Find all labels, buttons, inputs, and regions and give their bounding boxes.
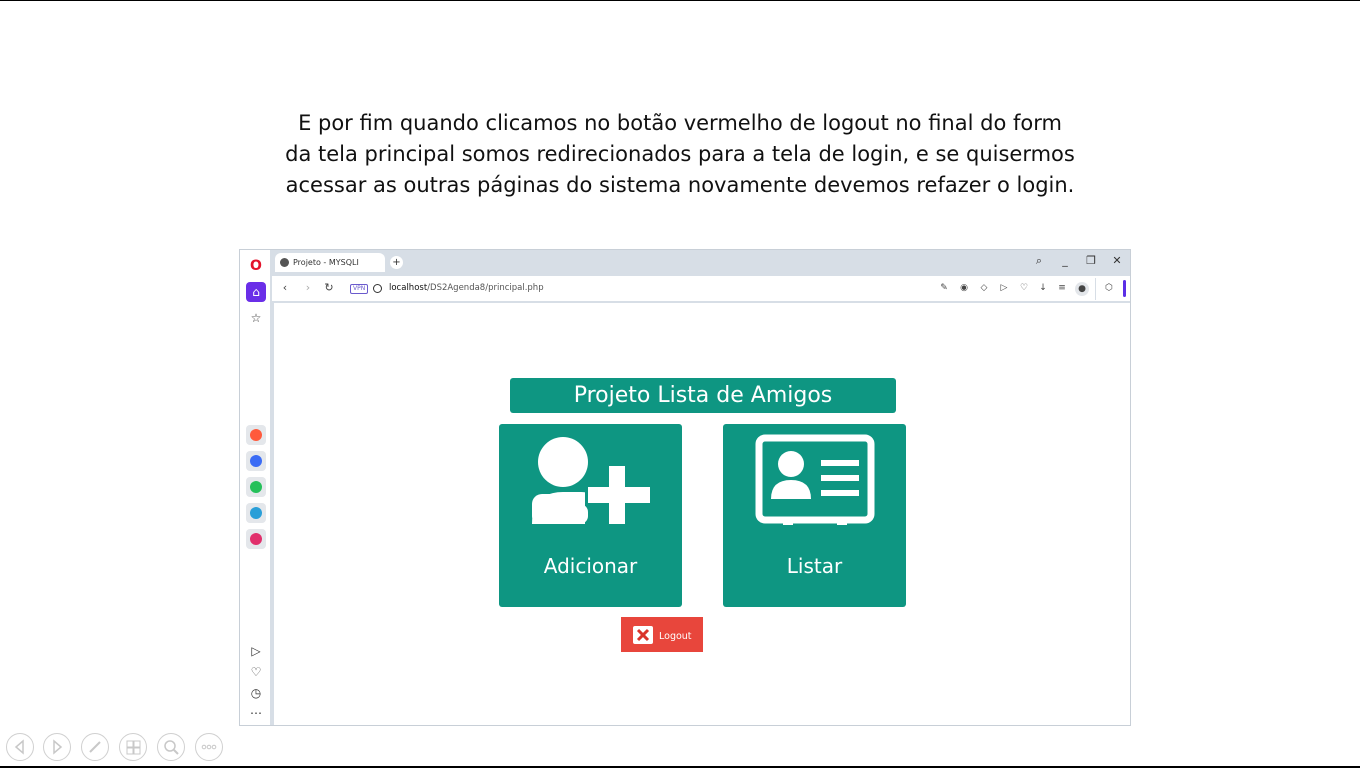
download-icon[interactable]: ↓: [1037, 282, 1049, 295]
tab-title: Projeto - MYSQLI: [293, 258, 359, 267]
pen-icon[interactable]: [81, 733, 109, 761]
play-icon[interactable]: ▷: [998, 282, 1010, 295]
aria-icon[interactable]: [246, 425, 266, 445]
top-rule: [0, 0, 1360, 1]
messenger-icon[interactable]: [246, 451, 266, 471]
close-x-icon: [633, 625, 653, 644]
slide-caption: E por fim quando clicamos no botão verme…: [240, 108, 1120, 201]
heart-icon[interactable]: ♡: [1018, 282, 1030, 295]
caption-line-2: da tela principal somos redirecionados p…: [285, 142, 1075, 166]
add-friend-button[interactable]: Adicionar: [499, 424, 682, 607]
url-host: localhost: [389, 283, 428, 293]
sidebar-accent: [1123, 280, 1126, 297]
tab-bar: Projeto - MYSQLI + ⌕ _ ❐ ✕: [272, 250, 1130, 276]
tab-projeto[interactable]: Projeto - MYSQLI: [275, 253, 385, 272]
globe-icon: [373, 284, 382, 293]
snapshot-edit-icon[interactable]: ✎: [938, 282, 950, 295]
toolbar-divider: [1095, 278, 1096, 300]
zoom-icon[interactable]: [157, 733, 185, 761]
close-icon[interactable]: ✕: [1110, 254, 1124, 267]
globe-favicon-icon: [280, 258, 289, 267]
history-icon[interactable]: ◷: [246, 683, 266, 703]
browser-window: O ⌂ ☆ ▷ ♡ ◷ ⋯ Projeto - MYSQLI + ⌕ _ ❐ ✕: [239, 249, 1131, 726]
list-label: Listar: [786, 554, 843, 578]
home-icon[interactable]: ⌂: [246, 282, 266, 302]
reload-icon[interactable]: ↻: [322, 281, 336, 294]
url-field[interactable]: localhost/DS2Agenda8/principal.php: [389, 283, 544, 293]
next-slide-icon[interactable]: [43, 733, 71, 761]
add-label: Adicionar: [543, 554, 638, 578]
browser-sidebar: O ⌂ ☆ ▷ ♡ ◷ ⋯: [240, 250, 272, 725]
whatsapp-icon[interactable]: [246, 477, 266, 497]
heart-icon[interactable]: ♡: [246, 662, 266, 682]
caption-line-3: acessar as outras páginas do sistema nov…: [285, 173, 1075, 197]
more-options-icon[interactable]: [195, 733, 223, 761]
page-viewport: Projeto Lista de Amigos Adicionar Listar…: [274, 303, 1130, 725]
pinboard-icon[interactable]: ☆: [246, 308, 266, 328]
new-tab-button[interactable]: +: [390, 256, 403, 269]
easy-setup-icon[interactable]: ≡: [1056, 282, 1068, 295]
more-icon[interactable]: ⋯: [246, 703, 266, 723]
telegram-icon[interactable]: [246, 503, 266, 523]
logout-button[interactable]: Logout: [621, 617, 703, 652]
address-bar: ‹ › ↻ VPN localhost/DS2Agenda8/principal…: [272, 276, 1130, 302]
profile-icon[interactable]: ●: [1075, 282, 1089, 296]
instagram-icon[interactable]: [246, 529, 266, 549]
camera-icon[interactable]: ◉: [958, 282, 970, 295]
player-icon[interactable]: ▷: [246, 641, 266, 661]
url-path: /DS2Agenda8/principal.php: [427, 283, 544, 293]
forward-icon[interactable]: ›: [301, 281, 315, 294]
search-tabs-icon[interactable]: ⌕: [1032, 254, 1046, 268]
opera-logo-icon[interactable]: O: [246, 256, 266, 276]
previous-slide-icon[interactable]: [6, 733, 34, 761]
back-icon[interactable]: ‹: [278, 281, 292, 294]
minimize-icon[interactable]: _: [1058, 254, 1072, 267]
restore-icon[interactable]: ❐: [1084, 254, 1098, 267]
logout-label: Logout: [659, 631, 692, 642]
page-title: Projeto Lista de Amigos: [510, 378, 896, 413]
slides-grid-icon[interactable]: [119, 733, 147, 761]
add-user-icon: [532, 437, 651, 524]
list-friends-button[interactable]: Listar: [723, 424, 906, 607]
extensions-icon[interactable]: ⬡: [1103, 282, 1115, 295]
caption-line-1: E por fim quando clicamos no botão verme…: [298, 111, 1062, 135]
id-card-icon: [755, 434, 875, 525]
slide: E por fim quando clicamos no botão verme…: [0, 0, 1360, 768]
shield-icon[interactable]: ◇: [978, 282, 990, 295]
vpn-badge[interactable]: VPN: [350, 284, 369, 294]
